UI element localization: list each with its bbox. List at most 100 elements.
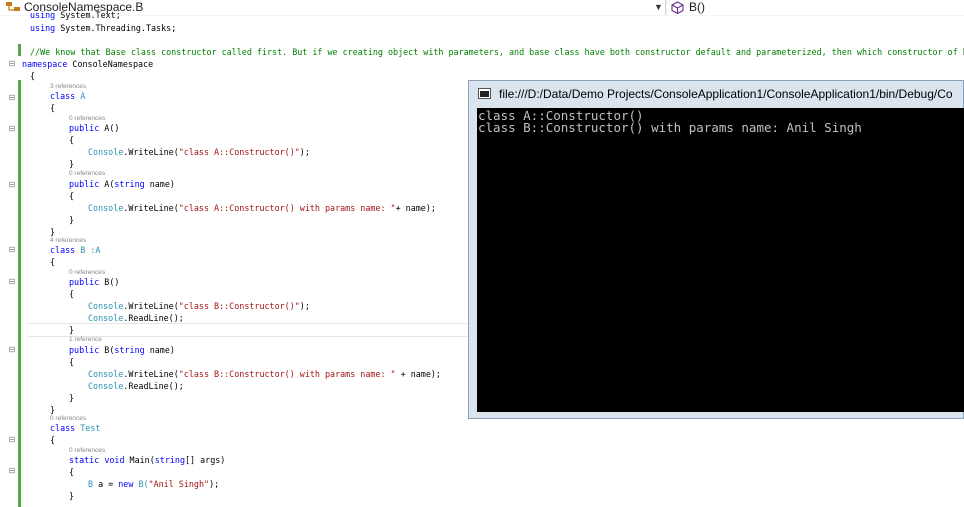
class-icon: [6, 2, 20, 11]
keyword: using: [30, 23, 56, 33]
brace: }: [50, 227, 56, 237]
code-line: }: [69, 214, 74, 226]
code-text: .WriteLine(: [123, 147, 179, 157]
code-line: namespace ConsoleNamespace: [22, 58, 153, 70]
code-line: Console.WriteLine("class B::Constructor(…: [88, 300, 310, 312]
code-text: + name);: [395, 203, 436, 213]
comment-line: //We know that Base class constructor ca…: [30, 46, 964, 58]
code-text: B(): [99, 277, 120, 287]
string-literal: "class B::Constructor()": [178, 301, 300, 311]
keyword: namespace: [22, 59, 68, 69]
chevron-down-icon[interactable]: ▼: [654, 0, 663, 15]
change-bar: [18, 80, 21, 507]
code-line: {: [69, 288, 74, 300]
code-line: Console.WriteLine("class B::Constructor(…: [88, 368, 441, 380]
fold-toggle-icon[interactable]: ⊟: [8, 436, 16, 444]
code-text: .WriteLine(: [123, 369, 179, 379]
brace: {: [50, 257, 56, 267]
code-text: System.Text;: [55, 10, 121, 20]
keyword: static: [69, 455, 100, 465]
code-text: B(: [99, 345, 115, 355]
references-codelens[interactable]: 0 references: [69, 170, 105, 178]
code-line: Console.WriteLine("class A::Constructor(…: [88, 202, 436, 214]
code-text: Main(: [124, 455, 155, 465]
type-name: Console: [88, 369, 124, 379]
code-line: Console.ReadLine();: [88, 380, 184, 392]
method-cube-icon: [671, 1, 684, 14]
type-name: Console: [88, 381, 124, 391]
code-text: .ReadLine();: [123, 313, 184, 323]
code-line: {: [50, 102, 55, 114]
code-text: name): [144, 179, 175, 189]
code-line: }: [69, 158, 74, 170]
references-codelens[interactable]: 1 reference: [69, 336, 102, 344]
code-line: class A: [50, 90, 85, 102]
fold-toggle-icon[interactable]: ⊟: [8, 467, 16, 475]
current-line-highlight: [27, 323, 467, 337]
member-dropdown[interactable]: B(): [667, 0, 964, 15]
code-line: {: [30, 70, 35, 82]
code-text: a =: [93, 479, 119, 489]
keyword: string: [154, 455, 186, 465]
code-line: public A(string name): [69, 178, 175, 190]
type-name: Console: [88, 147, 124, 157]
type-name: Console: [88, 301, 124, 311]
code-line: {: [69, 466, 74, 478]
console-title-bar[interactable]: file:///D:/Data/Demo Projects/ConsoleApp…: [469, 81, 963, 107]
keyword: public: [69, 123, 100, 133]
code-text: .WriteLine(: [123, 203, 179, 213]
member-dropdown-label: B(): [689, 0, 705, 14]
navigation-bar: ConsoleNamespace.B ▼ B(): [0, 0, 964, 17]
code-line: {: [69, 190, 74, 202]
brace: {: [69, 289, 75, 299]
brace: {: [50, 435, 56, 445]
code-text: + name);: [395, 369, 441, 379]
keyword: string: [114, 179, 145, 189]
brace: }: [69, 159, 75, 169]
class-name: B :A: [75, 245, 101, 255]
type-name: Console: [88, 203, 124, 213]
keyword: class: [50, 245, 76, 255]
code-line: }: [69, 392, 74, 404]
fold-toggle-icon[interactable]: ⊟: [8, 60, 16, 68]
fold-toggle-icon[interactable]: ⊟: [8, 246, 16, 254]
code-line: {: [69, 356, 74, 368]
console-app-icon: [478, 88, 491, 99]
code-text: .WriteLine(: [123, 301, 179, 311]
comment-text: //We know that Base class constructor ca…: [30, 47, 964, 57]
code-line: static void Main(string[] args): [69, 454, 225, 466]
code-text: A(): [99, 123, 120, 133]
type-name: B(: [133, 479, 149, 489]
fold-toggle-icon[interactable]: ⊟: [8, 125, 16, 133]
keyword: public: [69, 179, 100, 189]
brace: }: [50, 405, 56, 415]
code-line: public B(): [69, 276, 119, 288]
code-line: {: [69, 134, 74, 146]
code-line: public A(): [69, 122, 119, 134]
fold-toggle-icon[interactable]: ⊟: [8, 181, 16, 189]
string-literal: "class A::Constructor() with params name…: [178, 203, 396, 213]
brace: {: [69, 191, 75, 201]
fold-toggle-icon[interactable]: ⊟: [8, 278, 16, 286]
fold-toggle-icon[interactable]: ⊟: [8, 346, 16, 354]
code-line: class B :A: [50, 244, 100, 256]
code-line: }: [69, 490, 74, 502]
code-line: {: [50, 434, 55, 446]
code-text: name): [144, 345, 175, 355]
string-literal: "class B::Constructor() with params name…: [178, 369, 396, 379]
namespace-name: ConsoleNamespace: [67, 59, 154, 69]
keyword: public: [69, 345, 100, 355]
code-line: Console.WriteLine("class A::Constructor(…: [88, 146, 310, 158]
change-bar: [18, 44, 21, 56]
keyword: using: [30, 10, 56, 20]
console-title: file:///D:/Data/Demo Projects/ConsoleApp…: [499, 87, 953, 101]
console-output[interactable]: class A::Constructor() class B::Construc…: [477, 108, 964, 412]
keyword: public: [69, 277, 100, 287]
code-line: B a = new B("Anil Singh");: [88, 478, 219, 490]
code-line: {: [50, 256, 55, 268]
code-text: );: [209, 479, 220, 489]
fold-toggle-icon[interactable]: ⊟: [8, 94, 16, 102]
code-text: A(: [99, 179, 115, 189]
console-window[interactable]: file:///D:/Data/Demo Projects/ConsoleApp…: [468, 80, 964, 419]
code-text: using System.Threading.Tasks;: [30, 23, 177, 33]
